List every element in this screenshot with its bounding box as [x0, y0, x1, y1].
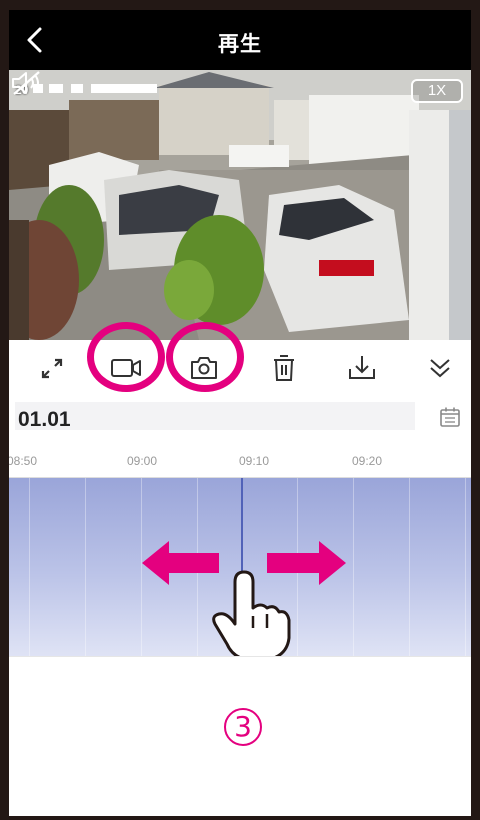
pointing-hand-icon [212, 570, 291, 656]
page-title: 再生 [218, 32, 262, 56]
empty-area: 3 [9, 656, 471, 816]
playback-toolbar [9, 340, 471, 396]
speaker-muted-icon[interactable] [9, 70, 43, 96]
camera-scene [9, 70, 471, 340]
step-3-marker: 3 [223, 707, 263, 747]
swipe-hint-graphic [142, 541, 346, 656]
swipe-left-arrow-icon [142, 541, 219, 585]
calendar-icon[interactable] [439, 406, 461, 428]
video-player[interactable]: 20 1X [9, 70, 471, 340]
timestamp-mask [91, 84, 157, 93]
snapshot-camera-icon[interactable] [187, 351, 221, 385]
collapse-chevron-icon[interactable] [423, 351, 457, 385]
tick-label: 09:20 [352, 454, 383, 468]
date-field[interactable]: 01.01 [15, 402, 415, 431]
timestamp-mask [71, 84, 83, 93]
trash-icon[interactable] [267, 351, 301, 385]
timestamp-mask [49, 84, 63, 93]
date-bar: 01.01 [9, 396, 471, 446]
tick-label: 08:50 [9, 454, 38, 468]
timeline-tick-row: 08:50 09:00 09:10 09:20 [9, 446, 471, 478]
record-video-icon[interactable] [109, 351, 143, 385]
download-icon[interactable] [345, 351, 379, 385]
date-label: 01.01 [18, 408, 71, 431]
tick-label: 09:00 [127, 454, 158, 468]
fullscreen-icon[interactable] [35, 351, 69, 385]
playback-speed-button[interactable]: 1X [411, 79, 463, 103]
header-bar: 再生 [9, 10, 471, 70]
step-3-number: 3 [234, 710, 252, 743]
tick-label: 09:10 [239, 454, 270, 468]
phone-screen: 再生 20 1X 01.01 08:50 09:00 09:10 09:20 3 [9, 10, 471, 816]
swipe-right-arrow-icon [267, 541, 346, 585]
timeline-track[interactable] [9, 478, 471, 656]
